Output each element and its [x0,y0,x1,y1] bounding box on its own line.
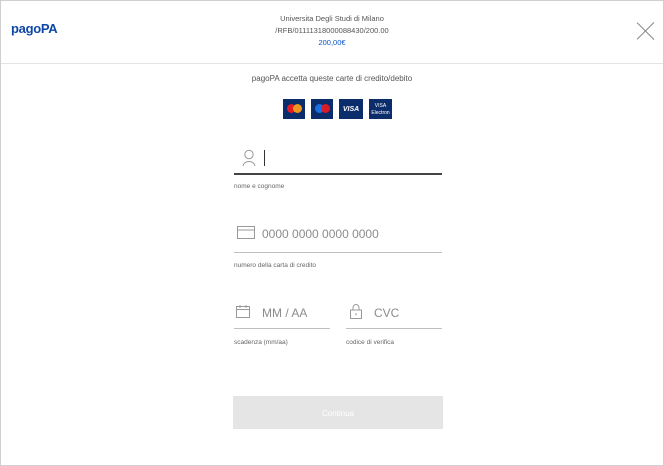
calendar-icon [236,305,250,318]
expiry-underline [234,328,330,329]
visa-electron-icon: VISA Electron [369,99,392,119]
name-caption: nome e cognome [234,183,285,190]
lock-icon [350,304,362,319]
continue-button[interactable]: Continua [233,396,443,429]
card-number-field[interactable]: 0000 0000 0000 0000 [234,223,442,253]
cvc-caption: codice di verifica [346,339,395,346]
expiry-caption: scadenza (mm/aa) [234,339,288,346]
payment-amount: 200,00€ [318,38,346,47]
card-logos: VISA VISA Electron [283,99,392,119]
card-number-caption: numero della carta di credito [234,262,317,269]
cvc-underline [346,328,442,329]
user-icon [242,149,256,167]
text-cursor [264,150,265,166]
expiry-field[interactable]: MM / AA [234,301,330,329]
card-number-input[interactable]: 0000 0000 0000 0000 [262,227,379,241]
visa-icon: VISA [339,99,363,119]
mastercard-icon [283,99,305,119]
merchant-info: Universita Degli Studi di Milano /RFB/01… [1,13,663,49]
maestro-icon [311,99,333,119]
card-number-underline [234,252,442,253]
cvc-field[interactable]: CVC [346,301,442,329]
payment-reference: /RFB/01111318000088430/200.00 [275,26,389,35]
merchant-name: Universita Degli Studi di Milano [280,14,384,23]
cvc-input[interactable]: CVC [374,306,399,320]
payment-frame: pagoPA Universita Degli Studi di Milano … [0,0,664,466]
close-icon[interactable] [637,21,655,41]
header: pagoPA Universita Degli Studi di Milano … [1,1,663,64]
accepted-cards-text: pagoPA accetta queste carte di credito/d… [251,74,413,83]
credit-card-icon [237,226,255,239]
expiry-input[interactable]: MM / AA [262,306,307,320]
name-field-underline [234,173,442,175]
name-field[interactable] [234,141,442,175]
